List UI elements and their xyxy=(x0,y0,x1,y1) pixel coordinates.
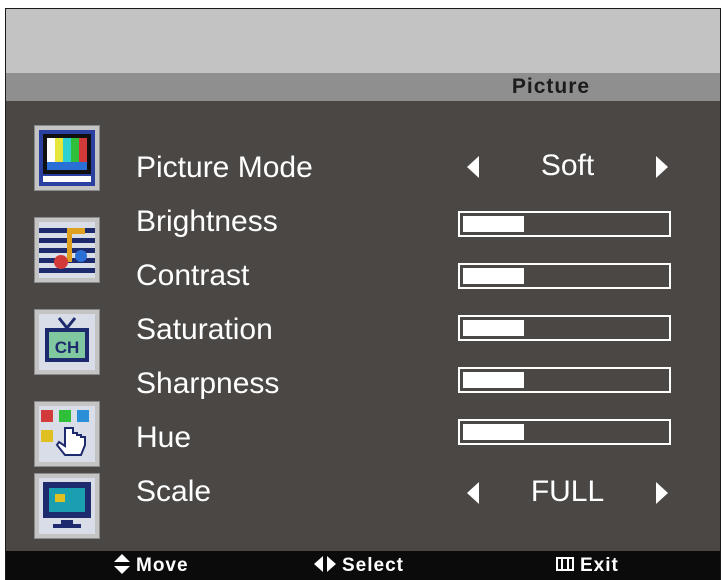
saturation-slider-fill xyxy=(463,320,524,336)
contrast-label[interactable]: Contrast xyxy=(136,259,249,293)
footer-exit-label: Exit xyxy=(580,555,619,576)
footer-move-hint: Move xyxy=(114,551,189,580)
osd-menu: Picture CH Picture Mode Soft Brightness … xyxy=(5,8,721,580)
scale-value[interactable]: FULL xyxy=(479,475,656,509)
left-right-arrows-icon xyxy=(314,555,336,572)
top-bar xyxy=(6,9,720,73)
contrast-slider[interactable] xyxy=(458,263,671,289)
sharpness-label[interactable]: Sharpness xyxy=(136,367,279,401)
scale-next-arrow-icon[interactable] xyxy=(656,482,668,504)
footer-select-label: Select xyxy=(342,555,404,576)
footer-select-hint: Select xyxy=(314,551,404,580)
saturation-label[interactable]: Saturation xyxy=(136,313,273,347)
audio-icon[interactable] xyxy=(34,217,100,283)
picture-icon[interactable] xyxy=(34,125,100,191)
up-down-arrows-icon xyxy=(114,553,130,574)
hue-slider[interactable] xyxy=(458,419,671,445)
channel-icon[interactable]: CH xyxy=(34,309,100,375)
hue-slider-fill xyxy=(463,424,524,440)
screen-icon[interactable] xyxy=(34,473,100,539)
menu-title: Picture xyxy=(511,75,591,98)
picture-mode-label[interactable]: Picture Mode xyxy=(136,151,313,185)
picture-mode-prev-arrow-icon[interactable] xyxy=(467,156,479,178)
footer-exit-hint: Exit xyxy=(556,551,619,580)
sharpness-slider[interactable] xyxy=(458,367,671,393)
picture-mode-next-arrow-icon[interactable] xyxy=(656,156,668,178)
menu-icon xyxy=(556,556,574,571)
picture-mode-value[interactable]: Soft xyxy=(479,149,656,183)
brightness-slider-fill xyxy=(463,216,524,232)
footer-move-label: Move xyxy=(136,555,189,576)
contrast-slider-fill xyxy=(463,268,524,284)
scale-label[interactable]: Scale xyxy=(136,475,211,509)
footer-hint-bar: Move Select Exit xyxy=(6,551,720,580)
channel-icon-text: CH xyxy=(55,338,80,357)
setup-icon[interactable] xyxy=(34,401,100,467)
menu-header: Picture xyxy=(6,73,720,101)
menu-body: CH Picture Mode Soft Brightness Contrast… xyxy=(6,101,720,551)
brightness-label[interactable]: Brightness xyxy=(136,205,278,239)
hue-label[interactable]: Hue xyxy=(136,421,191,455)
scale-prev-arrow-icon[interactable] xyxy=(467,482,479,504)
saturation-slider[interactable] xyxy=(458,315,671,341)
sharpness-slider-fill xyxy=(463,372,524,388)
brightness-slider[interactable] xyxy=(458,211,671,237)
